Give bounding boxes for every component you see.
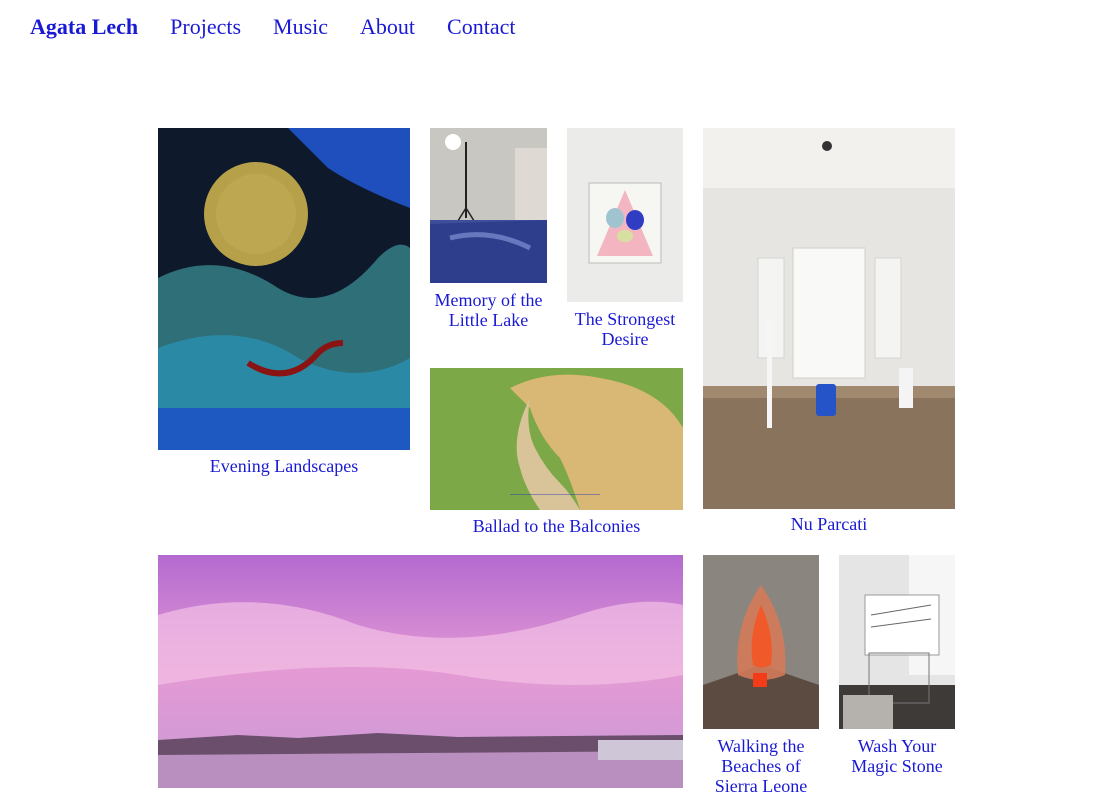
project-tile-wash-magic-stone[interactable]: Wash Your Magic Stone (839, 555, 955, 788)
site-title-link[interactable]: Agata Lech (30, 14, 138, 40)
project-tile-ballad-balconies[interactable]: ——————————————— Ballad to the Balconies (430, 368, 683, 538)
top-nav: Agata Lech Projects Music About Contact (30, 14, 547, 44)
project-tile-nu-parcati[interactable]: Nu Parcati (703, 128, 955, 538)
project-tile-walking-beaches[interactable]: Walking the Beaches of Sierra Leone (703, 555, 819, 796)
project-thumbnail (430, 128, 547, 283)
project-tile-pink-sky[interactable] (158, 555, 683, 788)
project-caption: Walking the Beaches of Sierra Leone (714, 736, 808, 796)
project-caption: Nu Parcati (790, 514, 868, 534)
project-caption: Wash Your Magic Stone (851, 736, 943, 776)
project-thumbnail: ——————————————— (430, 368, 683, 510)
project-thumbnail (703, 128, 955, 509)
project-thumbnail (703, 555, 819, 729)
nav-link-music[interactable]: Music (273, 14, 328, 40)
project-thumbnail (567, 128, 683, 302)
svg-text:———————————————: ——————————————— (510, 492, 600, 498)
project-caption: The Strongest Desire (574, 309, 676, 349)
project-tile-strongest-desire[interactable]: The Strongest Desire (567, 128, 683, 353)
project-thumbnail (839, 555, 955, 729)
nav-link-about[interactable]: About (360, 14, 415, 40)
project-tile-evening-landscapes[interactable]: Evening Landscapes (158, 128, 410, 478)
nav-link-projects[interactable]: Projects (170, 14, 241, 40)
nav-link-contact[interactable]: Contact (447, 14, 515, 40)
project-tile-memory-little-lake[interactable]: Memory of the Little Lake (430, 128, 547, 353)
project-caption: Ballad to the Balconies (472, 516, 641, 536)
project-caption: Evening Landscapes (209, 456, 359, 476)
project-thumbnail (158, 555, 683, 788)
project-thumbnail (158, 128, 410, 450)
project-caption: Memory of the Little Lake (434, 290, 543, 330)
